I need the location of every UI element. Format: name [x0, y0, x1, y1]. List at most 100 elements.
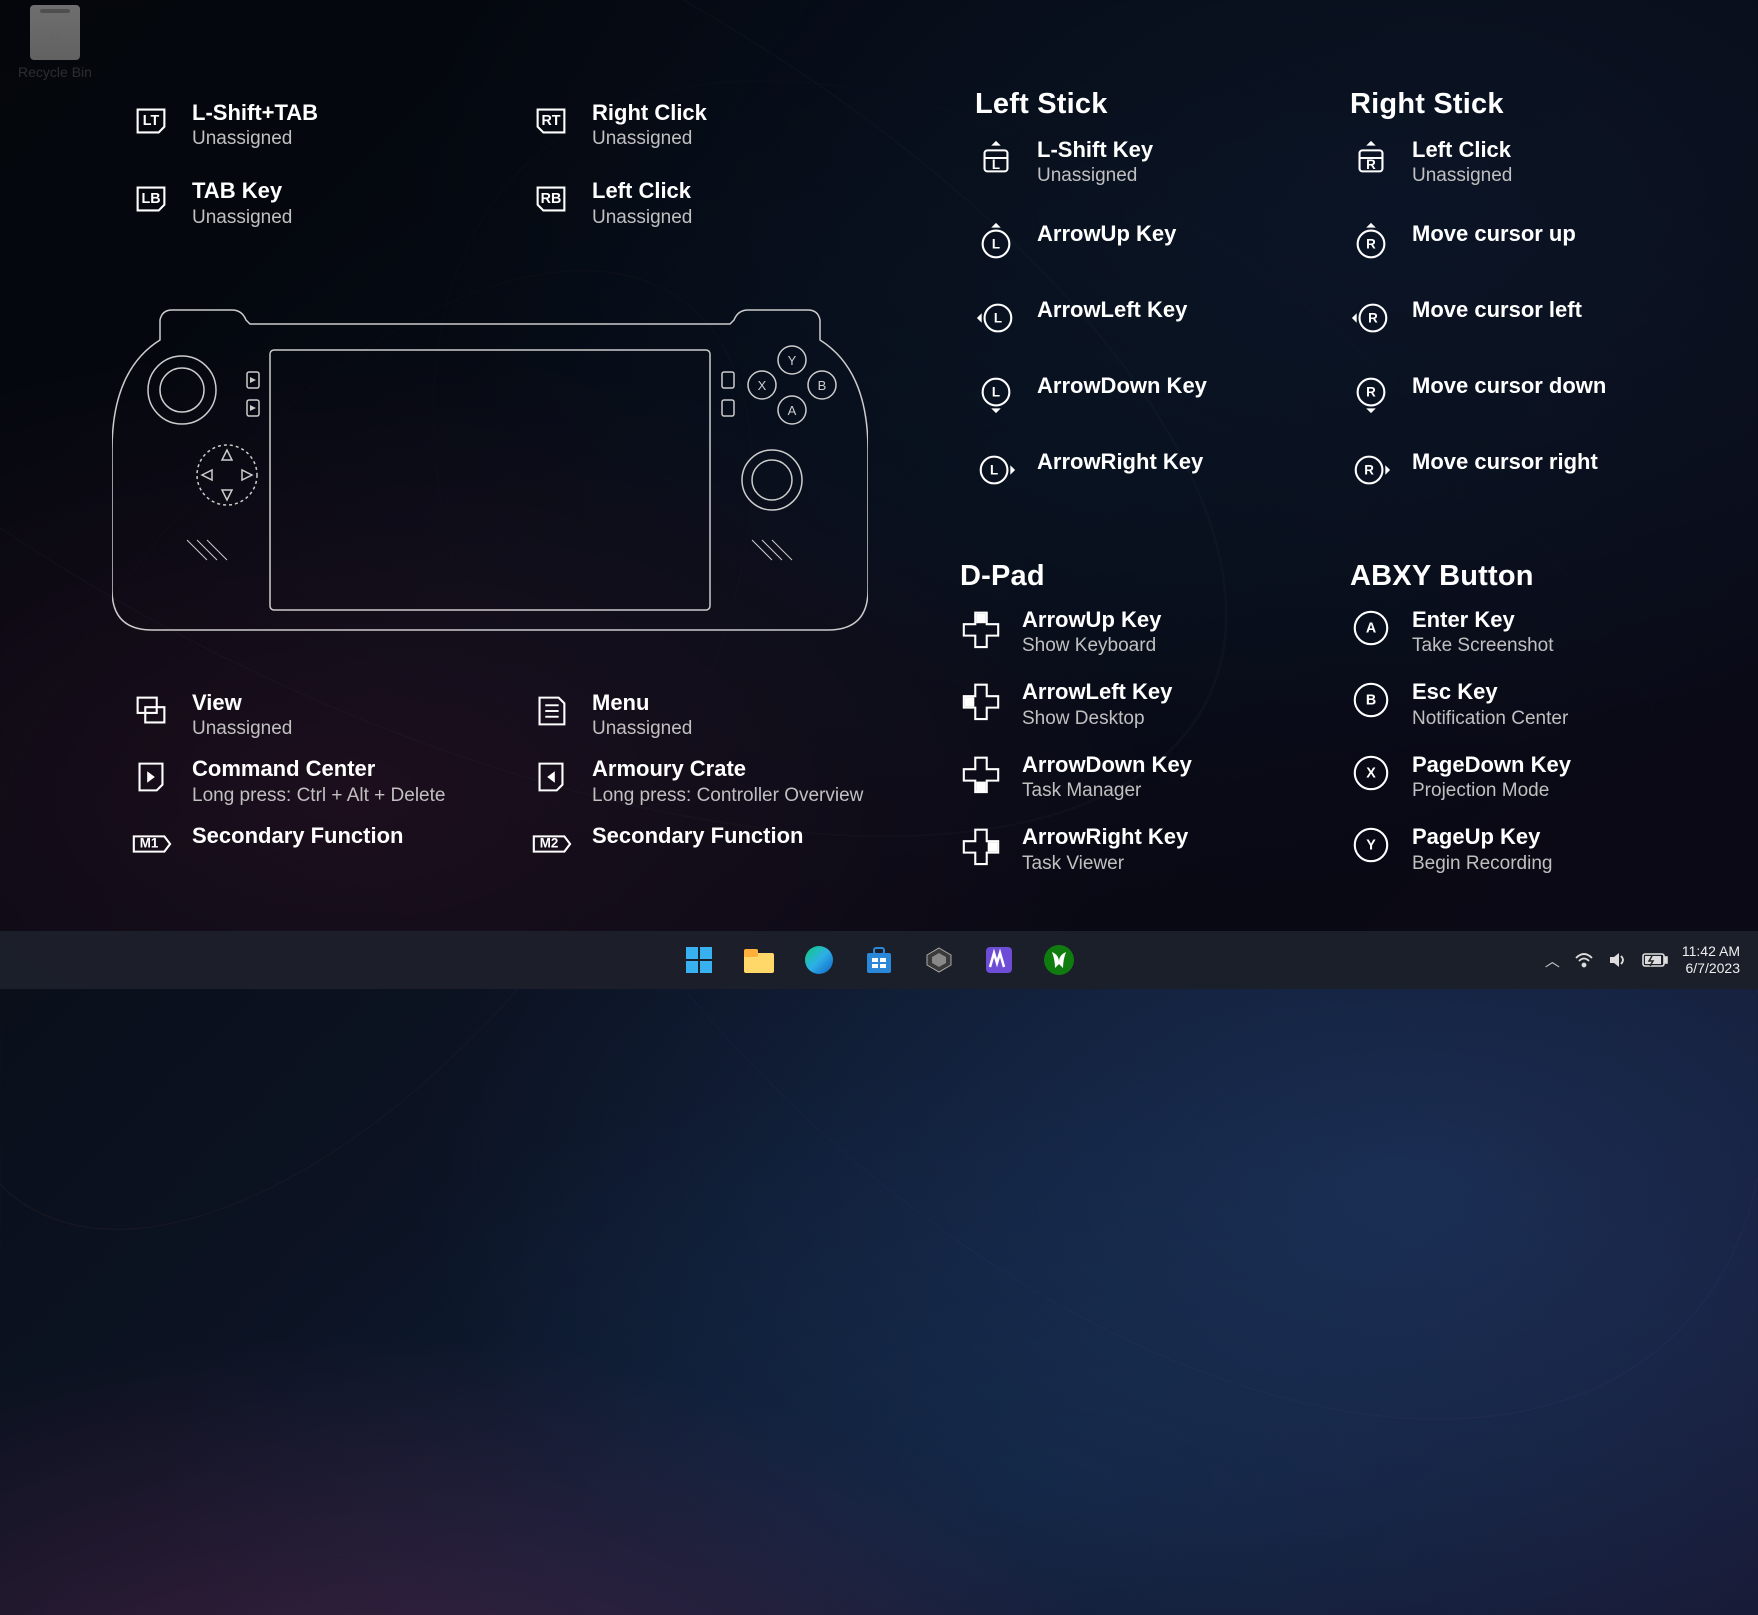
m2-label: Secondary Function	[592, 823, 803, 849]
view-sub: Unassigned	[192, 718, 292, 740]
rs-press-sub: Unassigned	[1412, 165, 1512, 187]
rs-left-label: Move cursor left	[1412, 297, 1582, 323]
mapping-rs-up: R Move cursor up	[1350, 221, 1720, 263]
stick-down-l-icon: L	[975, 373, 1017, 415]
dpad-right-label: ArrowRight Key	[1022, 824, 1188, 850]
dpad-left-label: ArrowLeft Key	[1022, 679, 1172, 705]
mapping-dpad-up: ArrowUp Key Show Keyboard	[960, 607, 1330, 657]
file-explorer-icon[interactable]	[734, 935, 784, 985]
stick-right-l-icon: L	[975, 449, 1017, 491]
command-center-sub: Long press: Ctrl + Alt + Delete	[192, 785, 445, 807]
store-icon[interactable]	[854, 935, 904, 985]
mapping-ls-up: L ArrowUp Key	[975, 221, 1345, 263]
svg-text:R: R	[1364, 463, 1374, 478]
svg-text:LT: LT	[143, 113, 160, 129]
x-label: PageDown Key	[1412, 752, 1571, 778]
svg-text:A: A	[1366, 621, 1376, 637]
b-label: Esc Key	[1412, 679, 1568, 705]
mapping-ls-right: L ArrowRight Key	[975, 449, 1345, 491]
mapping-m2: M2 Secondary Function	[530, 823, 930, 865]
rt-label: Right Click	[592, 100, 707, 126]
y-button-icon: Y	[1350, 824, 1392, 866]
purple-app-icon[interactable]	[974, 935, 1024, 985]
xbox-icon[interactable]	[1034, 935, 1084, 985]
dpad-down-icon	[960, 752, 1002, 794]
ls-down-label: ArrowDown Key	[1037, 373, 1207, 399]
mapping-rt: RT Right Click Unassigned	[530, 100, 880, 150]
dpad-down-sub: Task Manager	[1022, 780, 1192, 802]
mapping-m1: M1 Secondary Function	[130, 823, 530, 865]
dpad-down-label: ArrowDown Key	[1022, 752, 1192, 778]
rs-press-label: Left Click	[1412, 137, 1512, 163]
tray-chevron-icon[interactable]: ︿	[1545, 950, 1560, 971]
ls-right-label: ArrowRight Key	[1037, 449, 1203, 475]
edge-icon[interactable]	[794, 935, 844, 985]
command-center-label: Command Center	[192, 756, 445, 782]
svg-text:LB: LB	[141, 191, 160, 207]
controller-overview-overlay: LT L-Shift+TAB Unassigned LB TAB Key Una…	[0, 0, 1758, 931]
x-sub: Projection Mode	[1412, 780, 1571, 802]
mapping-lb: LB TAB Key Unassigned	[130, 178, 480, 228]
mapping-dpad-left: ArrowLeft Key Show Desktop	[960, 679, 1330, 729]
b-sub: Notification Center	[1412, 708, 1568, 730]
ls-left-label: ArrowLeft Key	[1037, 297, 1187, 323]
mapping-rs-down: R Move cursor down	[1350, 373, 1720, 415]
svg-text:B: B	[1366, 693, 1376, 709]
left-stick-title: Left Stick	[975, 88, 1345, 121]
svg-text:M2: M2	[540, 835, 559, 850]
start-button[interactable]	[674, 935, 724, 985]
y-sub: Begin Recording	[1412, 853, 1552, 875]
volume-icon[interactable]	[1608, 950, 1628, 970]
lb-sub: Unassigned	[192, 207, 292, 229]
mapping-rs-left: R Move cursor left	[1350, 297, 1720, 339]
wifi-icon[interactable]	[1574, 950, 1594, 970]
rt-icon: RT	[530, 100, 572, 142]
svg-text:L: L	[990, 463, 998, 478]
stick-left-l-icon: L	[975, 297, 1017, 339]
dpad-up-label: ArrowUp Key	[1022, 607, 1161, 633]
command-center-icon	[130, 756, 172, 798]
stick-down-r-icon: R	[1350, 373, 1392, 415]
abxy-title: ABXY Button	[1350, 560, 1720, 593]
mapping-rb: RB Left Click Unassigned	[530, 178, 880, 228]
a-button-icon: A	[1350, 607, 1392, 649]
lt-sub: Unassigned	[192, 128, 318, 150]
clock-time: 11:42 AM	[1682, 943, 1740, 961]
svg-text:L: L	[994, 311, 1002, 326]
rs-down-label: Move cursor down	[1412, 373, 1606, 399]
mapping-lt: LT L-Shift+TAB Unassigned	[130, 100, 480, 150]
menu-sub: Unassigned	[592, 718, 692, 740]
mapping-armoury-crate: Armoury Crate Long press: Controller Ove…	[530, 756, 930, 806]
dpad-up-icon	[960, 607, 1002, 649]
mapping-rs-press: R Left Click Unassigned	[1350, 137, 1720, 187]
a-sub: Take Screenshot	[1412, 635, 1554, 657]
asus-app-icon[interactable]	[914, 935, 964, 985]
stick-right-r-icon: R	[1350, 449, 1392, 491]
dpad-up-sub: Show Keyboard	[1022, 635, 1161, 657]
b-button-icon: B	[1350, 679, 1392, 721]
svg-text:X: X	[1366, 766, 1376, 782]
rt-sub: Unassigned	[592, 128, 707, 150]
mapping-rs-right: R Move cursor right	[1350, 449, 1720, 491]
svg-text:M1: M1	[140, 835, 159, 850]
mapping-y: Y PageUp Key Begin Recording	[1350, 824, 1720, 874]
dpad-left-sub: Show Desktop	[1022, 708, 1172, 730]
svg-text:B: B	[818, 378, 827, 393]
mapping-a: A Enter Key Take Screenshot	[1350, 607, 1720, 657]
svg-text:RT: RT	[541, 113, 560, 129]
ls-up-label: ArrowUp Key	[1037, 221, 1176, 247]
svg-text:L: L	[992, 157, 1000, 172]
svg-text:L: L	[992, 237, 1000, 252]
taskbar-clock[interactable]: 11:42 AM 6/7/2023	[1682, 943, 1740, 978]
m1-icon: M1	[130, 823, 172, 865]
y-label: PageUp Key	[1412, 824, 1552, 850]
rb-sub: Unassigned	[592, 207, 692, 229]
battery-icon[interactable]	[1642, 952, 1668, 968]
rb-icon: RB	[530, 178, 572, 220]
mapping-view: View Unassigned	[130, 690, 530, 740]
lt-icon: LT	[130, 100, 172, 142]
mapping-dpad-right: ArrowRight Key Task Viewer	[960, 824, 1330, 874]
menu-label: Menu	[592, 690, 692, 716]
taskbar[interactable]: ︿ 11:42 AM 6/7/2023	[0, 931, 1758, 989]
stick-press-r-icon: R	[1350, 137, 1392, 179]
